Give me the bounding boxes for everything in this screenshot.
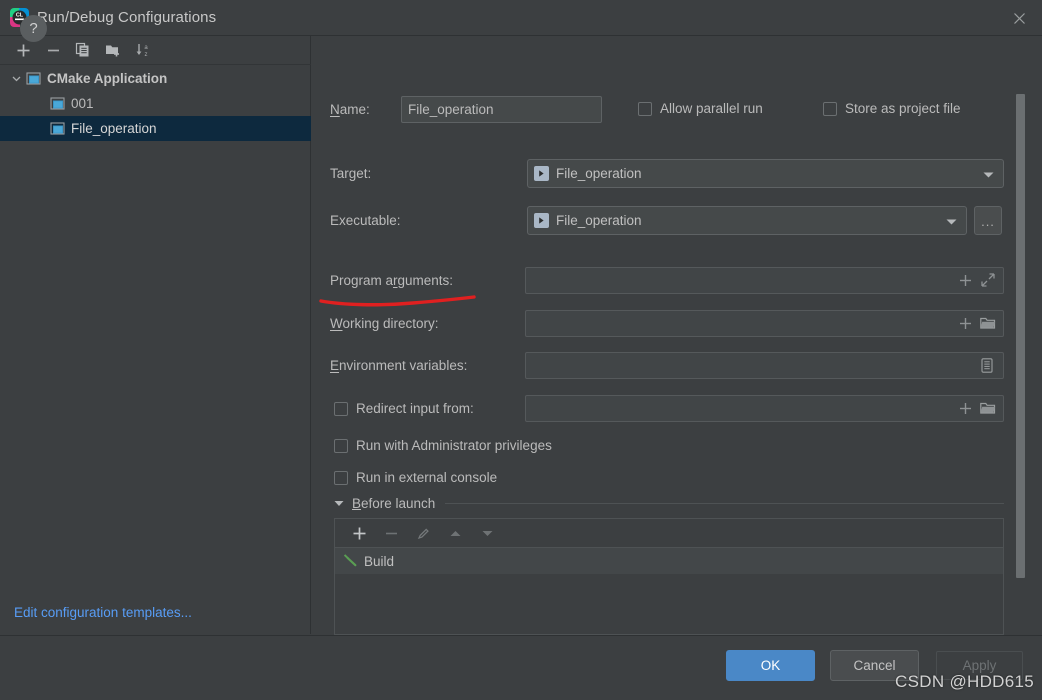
run-with-administrator-privileges-label: Run with Administrator privileges [356, 438, 552, 453]
configurations-tree: CMake Application 001 File_operation [0, 66, 311, 141]
environment-variables-label: Environment variables: [330, 358, 468, 373]
tree-item-label: CMake Application [47, 71, 168, 86]
run-target-icon [534, 213, 549, 228]
sidebar-toolbar: a z [0, 36, 311, 65]
add-macro-icon[interactable] [956, 399, 974, 417]
configuration-form: Name: File_operation Allow parallel run … [312, 36, 1042, 635]
target-label: Target: [330, 166, 372, 181]
tree-item-label: File_operation [71, 121, 157, 136]
copy-configuration-button[interactable] [68, 38, 98, 63]
environment-variables-input[interactable] [525, 352, 1004, 379]
chevron-down-icon[interactable] [983, 166, 994, 181]
before-launch-task-label: Build [364, 553, 395, 569]
chevron-down-icon[interactable] [8, 71, 24, 87]
executable-browse-button[interactable]: ... [974, 206, 1002, 235]
run-target-icon [534, 166, 549, 181]
application-icon [26, 71, 42, 87]
sort-az-icon[interactable]: a z [128, 38, 158, 63]
add-macro-icon[interactable] [956, 314, 974, 332]
triangle-down-icon[interactable] [334, 500, 344, 507]
before-launch-title: Before launch [352, 496, 436, 511]
name-label: Name: [330, 102, 370, 117]
pencil-icon[interactable] [407, 521, 439, 545]
run-in-external-console-label: Run in external console [356, 470, 498, 485]
page-title: Run/Debug Configurations [37, 9, 217, 26]
help-button[interactable]: ? [20, 15, 47, 42]
browse-folder-icon[interactable] [978, 313, 998, 333]
remove-task-button[interactable] [375, 521, 407, 545]
target-combobox[interactable]: File_operation [527, 159, 1004, 188]
watermark: CSDN @HDD615 [895, 672, 1034, 691]
checkbox-box [638, 101, 652, 116]
arrow-up-icon[interactable] [439, 521, 471, 545]
run-in-external-console-checkbox[interactable]: Run in external console [334, 470, 497, 485]
executable-label: Executable: [330, 213, 401, 228]
form-scrollbar-thumb[interactable] [1016, 94, 1025, 578]
chevron-down-icon[interactable] [946, 213, 957, 228]
section-divider [445, 503, 1004, 504]
before-launch-toolbar [335, 519, 1003, 548]
redirect-input-from-input[interactable] [525, 395, 1004, 422]
add-task-button[interactable] [343, 521, 375, 545]
tree-item-cmake-application[interactable]: CMake Application [0, 66, 311, 91]
svg-text:z: z [145, 52, 148, 58]
program-arguments-label: Program arguments: [330, 273, 454, 288]
store-as-project-file-checkbox[interactable]: Store as project file [823, 101, 961, 116]
run-debug-configurations-dialog: CL Run/Debug Configurations a z CMake Ap… [0, 0, 1042, 700]
allow-parallel-run-label: Allow parallel run [660, 101, 763, 116]
configurations-sidebar: a z CMake Application 001 File_operation… [0, 36, 311, 634]
working-directory-label: Working directory: [330, 316, 439, 331]
close-icon[interactable] [996, 0, 1042, 36]
ok-button[interactable]: OK [726, 650, 815, 681]
checkbox-box [823, 101, 837, 116]
program-arguments-input[interactable] [525, 267, 1004, 294]
store-as-project-file-label: Store as project file [845, 101, 961, 116]
application-icon [50, 96, 66, 112]
tree-item-001[interactable]: 001 [0, 91, 311, 116]
name-input[interactable]: File_operation [401, 96, 602, 123]
tree-item-file-operation[interactable]: File_operation [0, 116, 311, 141]
new-folder-icon[interactable] [98, 38, 128, 63]
tree-item-label: 001 [71, 96, 94, 111]
expand-macros-add-icon[interactable] [956, 271, 974, 289]
target-value: File_operation [556, 166, 642, 181]
before-launch-task-row[interactable]: Build [335, 548, 1003, 574]
edit-configuration-templates-link[interactable]: Edit configuration templates... [14, 605, 192, 620]
svg-text:a: a [144, 45, 148, 51]
expand-editor-icon[interactable] [979, 271, 997, 289]
redirect-input-from-checkbox[interactable]: Redirect input from: [334, 401, 474, 416]
allow-parallel-run-checkbox[interactable]: Allow parallel run [638, 101, 763, 116]
before-launch-panel: Build [334, 518, 1004, 635]
before-launch-header[interactable]: Before launch [334, 496, 1004, 511]
application-icon [50, 121, 66, 137]
executable-value: File_operation [556, 213, 642, 228]
checkbox-box [334, 401, 348, 416]
run-with-administrator-privileges-checkbox[interactable]: Run with Administrator privileges [334, 438, 552, 453]
checkbox-box [334, 470, 348, 485]
title-bar: CL Run/Debug Configurations [0, 0, 1042, 36]
checkbox-box [334, 438, 348, 453]
svg-text:CL: CL [16, 12, 24, 18]
redirect-input-from-label: Redirect input from: [356, 401, 474, 416]
working-directory-input[interactable] [525, 310, 1004, 337]
edit-environment-variables-icon[interactable] [978, 356, 996, 374]
hammer-icon [343, 552, 358, 570]
arrow-down-icon[interactable] [471, 521, 503, 545]
executable-combobox[interactable]: File_operation [527, 206, 967, 235]
browse-folder-icon[interactable] [978, 398, 998, 418]
remove-configuration-button[interactable] [38, 38, 68, 63]
